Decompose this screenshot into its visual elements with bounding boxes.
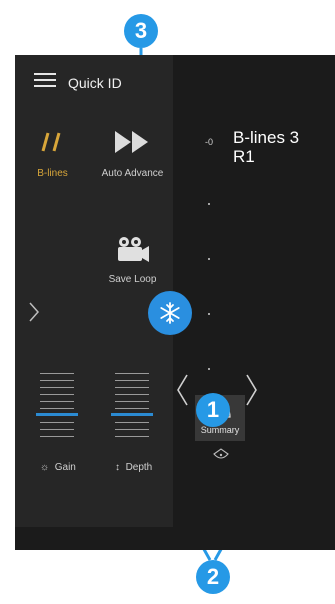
summary-label: Summary (200, 425, 240, 435)
depth-marker (208, 368, 210, 370)
b-lines-label: B-lines (37, 168, 68, 179)
exam-title: B-lines 3 (233, 128, 300, 147)
depth-marker (208, 313, 210, 315)
depth-marker (208, 203, 210, 205)
gain-slider[interactable] (36, 373, 78, 443)
app-title: Quick ID (68, 75, 122, 91)
depth-slider-handle[interactable] (111, 413, 153, 416)
depth-label: Depth (125, 462, 153, 473)
app-window: Quick ID B-lines Auto Advance Save Loop … (15, 55, 335, 550)
expand-panel-chevron-icon[interactable] (27, 300, 41, 324)
control-panel: Quick ID B-lines Auto Advance Save Loop … (15, 55, 173, 527)
gain-icon: ☼ (40, 462, 50, 473)
video-camera-icon (117, 237, 149, 262)
depth-marker (208, 258, 210, 260)
auto-advance-button[interactable]: Auto Advance (95, 125, 170, 179)
fast-forward-icon (114, 131, 148, 153)
callout-2: 2 (196, 560, 230, 594)
top-bar: Quick ID (15, 55, 173, 103)
depth-control-label: ↕ Depth (115, 462, 152, 473)
save-loop-label: Save Loop (108, 274, 157, 285)
callout-1: 1 (196, 393, 230, 427)
depth-icon: ↕ (115, 462, 120, 473)
callout-3: 3 (124, 14, 158, 48)
exam-label: B-lines 3 R1 (233, 128, 299, 166)
next-zone-chevron-icon[interactable] (245, 373, 259, 407)
snowflake-icon (160, 302, 180, 324)
b-lines-icon (41, 132, 60, 152)
depth-slider[interactable] (111, 373, 153, 443)
freeze-button[interactable] (148, 291, 192, 335)
auto-advance-label: Auto Advance (101, 168, 164, 179)
gain-control-label: ☼ Gain (40, 462, 76, 473)
exam-zone: R1 (233, 147, 255, 166)
hamburger-menu-icon[interactable] (34, 73, 56, 87)
gain-slider-handle[interactable] (36, 413, 78, 416)
probe-cone-icon (213, 448, 229, 459)
depth-zero-marker: -0 (205, 137, 214, 147)
b-lines-button[interactable]: B-lines (25, 125, 80, 179)
previous-zone-chevron-icon[interactable] (175, 373, 189, 407)
save-loop-button[interactable]: Save Loop (95, 235, 170, 285)
gain-label: Gain (54, 462, 76, 473)
